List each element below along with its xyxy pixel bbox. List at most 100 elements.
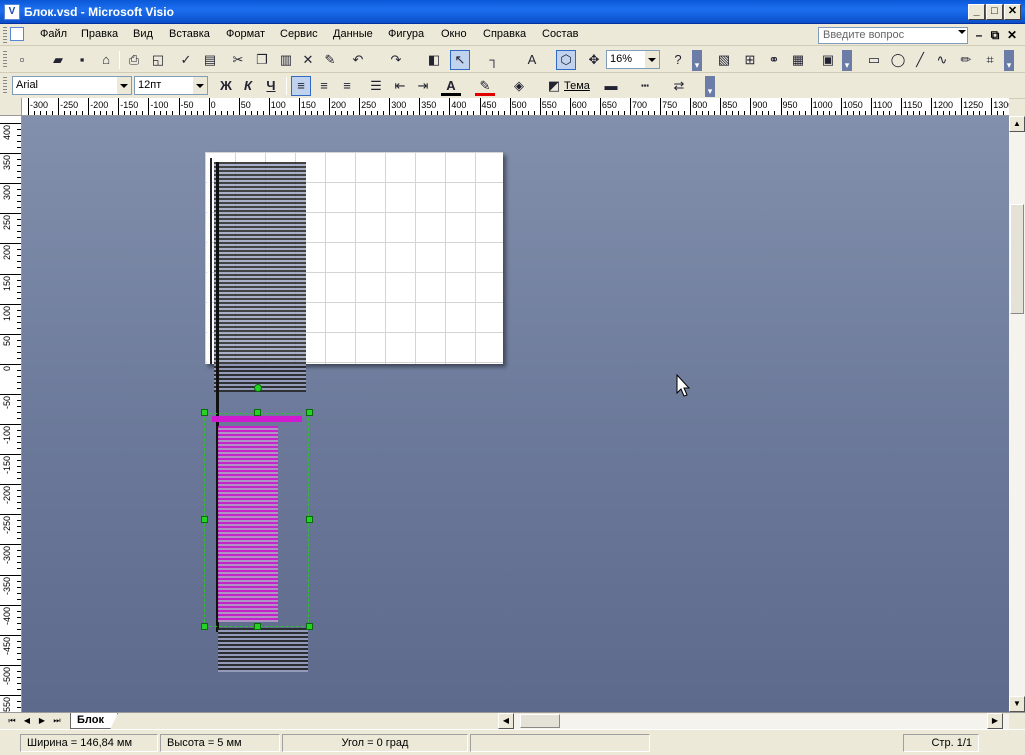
stacked-blocks-shape[interactable]: [214, 162, 306, 392]
undo-icon[interactable]: ↶: [348, 50, 368, 70]
menu-help[interactable]: Справка: [483, 28, 526, 40]
horizontal-scroll-thumb[interactable]: [520, 714, 560, 728]
document-icon[interactable]: [10, 27, 24, 41]
minimize-button[interactable]: _: [968, 4, 985, 20]
menu-tools[interactable]: Сервис: [280, 28, 318, 40]
copy-icon[interactable]: ❐: [252, 50, 272, 70]
paste-icon[interactable]: ▥: [276, 50, 296, 70]
selection-handle[interactable]: [306, 516, 313, 523]
text-tool-icon[interactable]: A: [522, 50, 542, 70]
toolbar2-options-icon[interactable]: ▾: [842, 50, 852, 71]
menu-window[interactable]: Окно: [441, 28, 467, 40]
scroll-left-icon[interactable]: ◀: [498, 713, 514, 729]
selection-handle[interactable]: [201, 409, 208, 416]
connection-points-icon[interactable]: ⬡: [556, 50, 576, 70]
hyperlink-icon[interactable]: ⚭: [764, 50, 784, 70]
research-icon[interactable]: ▤: [200, 50, 220, 70]
theme-label[interactable]: Тема: [564, 80, 590, 92]
line-tool-icon[interactable]: ╱: [910, 50, 930, 70]
link-data-icon[interactable]: ⊞: [740, 50, 760, 70]
font-dropdown-icon[interactable]: [117, 77, 131, 94]
maximize-button[interactable]: □: [986, 4, 1003, 20]
toolbar-grip[interactable]: [3, 77, 7, 95]
pan-zoom-icon[interactable]: ✥: [584, 50, 604, 70]
decrease-indent-icon[interactable]: ⇤: [390, 76, 410, 96]
doc-restore-button[interactable]: ⧉: [988, 28, 1002, 43]
bottom-block-shape[interactable]: [218, 628, 308, 672]
shapes-icon[interactable]: ◧: [424, 50, 444, 70]
rectangle-tool-icon[interactable]: ▭: [864, 50, 884, 70]
selection-handle[interactable]: [201, 623, 208, 630]
next-page-icon[interactable]: ▶: [36, 715, 48, 727]
underline-button[interactable]: Ч: [261, 76, 281, 96]
selection-handle[interactable]: [306, 409, 313, 416]
drawing-toolbar-options-icon[interactable]: ▾: [1004, 50, 1014, 71]
permission-icon[interactable]: ⌂: [96, 50, 116, 70]
prev-page-icon[interactable]: ◀: [21, 715, 33, 727]
selection-handle[interactable]: [306, 623, 313, 630]
menu-shape[interactable]: Фигура: [388, 28, 424, 40]
font-color-button[interactable]: A: [441, 76, 461, 96]
save-icon[interactable]: ▪: [72, 50, 92, 70]
menu-insert[interactable]: Вставка: [169, 28, 210, 40]
toolbar-options-icon[interactable]: ▾: [692, 50, 702, 71]
connector-tool-icon[interactable]: ┐: [484, 50, 504, 70]
font-size-combo[interactable]: 12пт: [134, 76, 208, 95]
freeform-tool-icon[interactable]: ∿: [932, 50, 952, 70]
stencil-icon[interactable]: ▧: [714, 50, 734, 70]
zoom-combo[interactable]: 16%: [606, 50, 660, 69]
redo-icon[interactable]: ↷: [386, 50, 406, 70]
delete-icon[interactable]: ✕: [298, 50, 318, 70]
align-left-icon[interactable]: ≡: [291, 76, 311, 96]
scroll-right-icon[interactable]: ▶: [987, 713, 1003, 729]
menu-format[interactable]: Формат: [226, 28, 265, 40]
help-question-input[interactable]: Введите вопрос: [818, 27, 968, 44]
bullets-icon[interactable]: ☰: [366, 76, 386, 96]
selection-handle[interactable]: [254, 409, 261, 416]
increase-indent-icon[interactable]: ⇥: [413, 76, 433, 96]
line-color-icon[interactable]: ✎: [475, 76, 495, 96]
help-icon[interactable]: ?: [668, 50, 688, 70]
doc-close-button[interactable]: ✕: [1005, 28, 1019, 42]
italic-button[interactable]: К: [238, 76, 258, 96]
line-weight-icon[interactable]: ▬: [601, 76, 621, 96]
selection-box[interactable]: [204, 413, 309, 627]
menu-data[interactable]: Данные: [333, 28, 373, 40]
menu-edit[interactable]: Правка: [81, 28, 118, 40]
print-icon[interactable]: ⎙: [124, 50, 144, 70]
theme-icon[interactable]: ◩: [544, 76, 564, 96]
menubar-grip[interactable]: [3, 27, 7, 43]
format-painter-icon[interactable]: ✎: [320, 50, 340, 70]
ellipse-tool-icon[interactable]: ◯: [888, 50, 908, 70]
doc-minimize-button[interactable]: –: [972, 28, 986, 42]
align-center-icon[interactable]: ≡: [314, 76, 334, 96]
selection-handle[interactable]: [201, 516, 208, 523]
bold-button[interactable]: Ж: [216, 76, 236, 96]
ruler-corner[interactable]: [0, 98, 22, 116]
menu-view[interactable]: Вид: [133, 28, 153, 40]
crop-tool-icon[interactable]: ⌗: [980, 50, 1000, 70]
publish-icon[interactable]: ▣: [818, 50, 838, 70]
fill-color-icon[interactable]: ◈: [509, 76, 529, 96]
toolbar-grip[interactable]: [3, 51, 7, 69]
pencil-tool-icon[interactable]: ✏: [956, 50, 976, 70]
data-graphic-icon[interactable]: ▦: [788, 50, 808, 70]
close-button[interactable]: ✕: [1004, 4, 1021, 20]
scroll-up-icon[interactable]: ▲: [1009, 116, 1025, 132]
align-right-icon[interactable]: ≡: [337, 76, 357, 96]
menu-compose[interactable]: Состав: [542, 28, 578, 40]
font-size-dropdown-icon[interactable]: [193, 77, 207, 94]
vertical-scroll-thumb[interactable]: [1010, 204, 1024, 314]
zoom-dropdown-icon[interactable]: [645, 51, 659, 68]
horizontal-ruler[interactable]: -300 -250 -200 -150 -100 -50 0 50 100 150 200 250 30…: [22, 98, 1009, 116]
horizontal-scrollbar[interactable]: ◀ ▶: [498, 713, 1009, 729]
vertical-ruler[interactable]: 400 350 300 250 200 150 100 50 0 -50 -100 -150 -200 -…: [0, 116, 22, 712]
selection-handle[interactable]: [254, 623, 261, 630]
new-document-icon[interactable]: ▫: [12, 50, 32, 70]
spelling-icon[interactable]: ✓: [176, 50, 196, 70]
line-ends-icon[interactable]: ⇄: [669, 76, 689, 96]
menu-file[interactable]: Файл: [40, 28, 67, 40]
rotation-handle[interactable]: [254, 384, 262, 392]
last-page-icon[interactable]: ⏭: [51, 715, 63, 727]
first-page-icon[interactable]: ⏮: [6, 715, 18, 727]
